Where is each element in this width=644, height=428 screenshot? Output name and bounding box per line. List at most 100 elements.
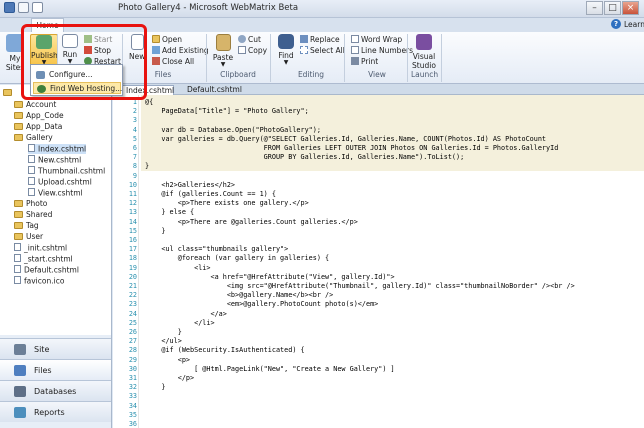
workspace-site[interactable]: Site — [0, 338, 111, 359]
left-pane: Account App_Code App_Data Gallery Index.csht… — [0, 85, 112, 428]
code-line: <p>There are @galleries.Count galleries.… — [145, 217, 358, 226]
quick-access-icon[interactable] — [32, 2, 43, 13]
code-line: } — [145, 162, 150, 171]
cut-button[interactable]: Cut — [238, 34, 261, 45]
file-icon — [14, 254, 21, 262]
folder-icon — [14, 100, 23, 108]
line-numbers-button[interactable]: Line Numbers — [351, 45, 413, 56]
close-button[interactable]: × — [622, 1, 639, 15]
tree-file[interactable]: Index.cshtml — [28, 144, 87, 154]
tree-file[interactable]: favicon.ico — [14, 276, 64, 286]
word-wrap-label: Word Wrap — [361, 35, 403, 44]
save-icon[interactable] — [18, 2, 29, 13]
select-all-icon — [300, 46, 308, 54]
workspace-databases[interactable]: Databases — [0, 380, 111, 401]
line-number: 36 — [128, 420, 137, 428]
tab-default-cshtml[interactable]: Default.cshtml — [183, 85, 243, 95]
help-icon[interactable]: ? — [611, 19, 621, 29]
folder-icon — [3, 88, 12, 96]
tree-item-label: View.cshtml — [38, 188, 83, 198]
code-line: GROUP BY Galleries.Id, Galleries.Name").… — [145, 153, 465, 162]
webmatrix-window: Photo Gallery4 - Microsoft WebMatrix Bet… — [0, 0, 644, 428]
tree-file[interactable]: Thumbnail.cshtml — [28, 166, 105, 176]
maximize-button[interactable]: □ — [604, 1, 621, 15]
open-button[interactable]: Open — [152, 34, 182, 45]
tree-folder[interactable]: Photo — [14, 199, 47, 209]
code-line: PageData["Title"] = "Photo Gallery"; — [145, 107, 309, 116]
tree-item-label: _init.cshtml — [24, 243, 68, 253]
tree-folder[interactable]: App_Code — [14, 111, 64, 121]
tree-file[interactable]: View.cshtml — [28, 188, 83, 198]
tree-file[interactable]: New.cshtml — [28, 155, 81, 165]
editing-group-label: Editing — [297, 70, 325, 79]
line-number-gutter: 1 2 3 4 5 6 7 8 9 10 11 12 13 14 15 16 17 18 19 20 21 22 23 24 2… — [113, 95, 139, 428]
divider — [344, 34, 345, 82]
folder-icon — [14, 122, 23, 130]
tree-folder[interactable]: Tag — [14, 221, 39, 231]
tree-item-label: New.cshtml — [38, 155, 82, 165]
tree-folder[interactable]: Shared — [14, 210, 52, 220]
learn-online-link[interactable]: Learn Online — [624, 20, 644, 29]
workspace-files[interactable]: Files — [0, 359, 111, 380]
tree-folder[interactable]: App_Data — [14, 122, 62, 132]
workspace-reports[interactable]: Reports — [0, 401, 111, 422]
tree-folder[interactable]: Account — [14, 100, 56, 110]
replace-button[interactable]: Replace — [300, 34, 340, 45]
divider — [270, 34, 271, 82]
site-icon — [14, 344, 26, 355]
tree-file[interactable]: Upload.cshtml — [28, 177, 92, 187]
workspace-label: Files — [34, 366, 52, 375]
print-button[interactable]: Print — [351, 56, 378, 67]
tree-item-label: favicon.ico — [24, 276, 65, 286]
tree-item-label: Index.cshtml — [38, 144, 87, 154]
tree-item-label: App_Code — [26, 111, 64, 120]
highlight-annotation — [21, 24, 147, 100]
folder-icon — [14, 133, 23, 141]
view-group-label: View — [368, 70, 386, 79]
minimize-button[interactable]: – — [586, 1, 603, 15]
code-line: } — [145, 226, 166, 235]
visual-studio-label: Visual Studio — [412, 52, 436, 70]
folder-icon — [14, 232, 23, 240]
divider — [407, 34, 408, 82]
copy-button[interactable]: Copy — [238, 45, 267, 56]
divider — [441, 34, 442, 82]
binoculars-icon — [278, 34, 294, 49]
app-menu-icon[interactable] — [4, 2, 15, 13]
tree-folder[interactable]: User — [14, 232, 43, 242]
file-icon — [14, 243, 21, 251]
chevron-down-icon: ▼ — [283, 59, 289, 66]
tree-item-label: _start.cshtml — [24, 254, 73, 264]
line-numbers-label: Line Numbers — [361, 46, 414, 55]
tree-item-label: Thumbnail.cshtml — [38, 166, 106, 176]
files-group-label: Files — [154, 70, 172, 79]
folder-icon — [14, 221, 23, 229]
file-icon — [28, 188, 35, 196]
document-tabs: Index.cshtml Default.cshtml — [113, 84, 644, 95]
open-folder-icon — [152, 35, 160, 43]
tree-file[interactable]: _init.cshtml — [14, 243, 67, 253]
select-all-label: Select All — [310, 46, 345, 55]
visual-studio-button[interactable]: Visual Studio — [411, 34, 437, 70]
file-icon — [28, 155, 35, 163]
select-all-button[interactable]: Select All — [300, 45, 345, 56]
close-all-button[interactable]: Close All — [152, 56, 194, 67]
tree-file[interactable]: _start.cshtml — [14, 254, 73, 264]
visual-studio-icon — [416, 34, 432, 50]
tree-folder[interactable]: Gallery — [14, 133, 53, 143]
cut-icon — [238, 35, 246, 43]
code-line: } — [145, 383, 166, 392]
clipboard-group-label: Clipboard — [220, 70, 256, 79]
tree-item-label: Shared — [26, 210, 53, 219]
tree-file[interactable]: Default.cshtml — [14, 265, 79, 275]
divider — [206, 34, 207, 82]
add-existing-button[interactable]: Add Existing — [152, 45, 209, 56]
word-wrap-button[interactable]: Word Wrap — [351, 34, 402, 45]
find-button[interactable]: Find ▼ — [277, 34, 295, 66]
paste-button[interactable]: Paste ▼ — [212, 34, 234, 68]
tree-root[interactable] — [3, 88, 15, 98]
tree-item-label: Tag — [26, 221, 39, 230]
file-tree: Account App_Code App_Data Gallery Index.csht… — [0, 85, 111, 335]
tree-item-label: Photo — [26, 199, 48, 208]
code-editor[interactable]: 1 2 3 4 5 6 7 8 9 10 11 12 13 14 15 16 17 18 19 20 21 22 23 24 2… — [113, 95, 644, 428]
